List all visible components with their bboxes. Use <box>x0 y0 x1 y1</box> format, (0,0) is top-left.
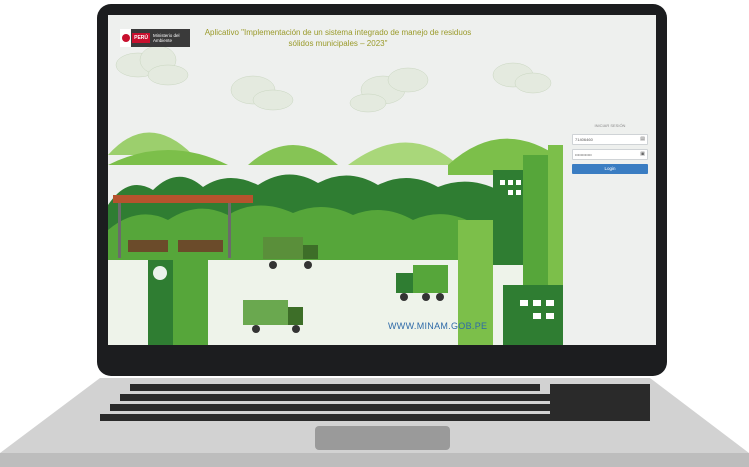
username-value: 71406460 <box>575 137 593 142</box>
ministry-logo: PERÚ Ministerio del Ambiente <box>120 29 190 47</box>
id-card-icon: ▤ <box>640 136 645 142</box>
lock-icon: ▣ <box>640 151 645 157</box>
logo-country: PERÚ <box>132 33 151 43</box>
login-panel: INICIAR SESIÓN 71406460 ▤ •••••••••••• ▣… <box>572 123 648 174</box>
website-link[interactable]: WWW.MINAM.GOB.PE <box>388 321 487 331</box>
landscape-illustration <box>108 45 563 345</box>
logo-ministry: Ministerio del Ambiente <box>153 33 180 43</box>
coat-of-arms-icon <box>120 29 132 47</box>
password-field[interactable]: •••••••••••• ▣ <box>572 149 648 160</box>
login-heading: INICIAR SESIÓN <box>594 123 626 128</box>
screen: PERÚ Ministerio del Ambiente Aplicativo … <box>108 15 656 345</box>
clouds <box>115 45 552 113</box>
laptop-keyboard-base <box>0 378 749 467</box>
username-field[interactable]: 71406460 ▤ <box>572 134 648 145</box>
login-button[interactable]: Login <box>572 164 648 174</box>
password-value: •••••••••••• <box>575 152 592 157</box>
page-title: Aplicativo "Implementación de un sistema… <box>204 28 472 48</box>
